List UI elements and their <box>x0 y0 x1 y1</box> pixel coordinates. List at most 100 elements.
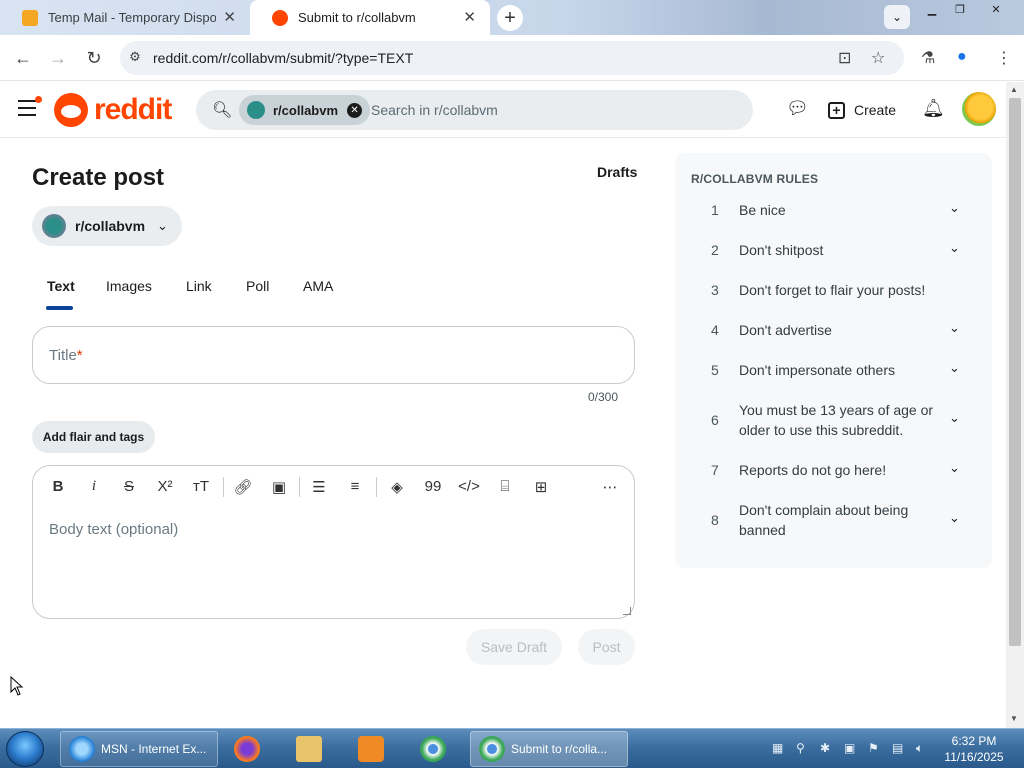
body-editor[interactable]: B i S X² ᴛT 🔗︎ ▣ ☰ ≡ ◈ 99 </> ⌸ ⊞ ⋯ Body… <box>32 465 635 619</box>
tray-security-icon[interactable]: ⚑ <box>868 741 879 755</box>
bold-icon[interactable]: B <box>46 478 70 498</box>
new-tab-button[interactable]: + <box>497 5 523 31</box>
save-draft-button[interactable]: Save Draft <box>466 629 562 665</box>
numbered-list-icon[interactable]: ≡ <box>343 478 367 498</box>
chevron-down-icon[interactable]: ⌄ <box>949 240 960 256</box>
taskbar-clock[interactable]: 6:32 PM 11/16/2025 <box>938 733 1010 765</box>
search-input[interactable]: Search in r/collabvm <box>371 102 498 118</box>
community-picker[interactable]: r/collabvm ⌄ <box>32 206 182 246</box>
bookmark-star-icon[interactable]: ☆ <box>871 48 885 68</box>
volume-icon[interactable]: 🔈︎ <box>916 741 923 756</box>
chevron-down-icon[interactable]: ⌄ <box>949 510 960 526</box>
heading-icon[interactable]: ᴛT <box>189 478 213 498</box>
labs-flask-icon[interactable]: ⚗ <box>921 48 935 68</box>
chevron-down-icon[interactable]: ⌄ <box>949 320 960 336</box>
bulleted-list-icon[interactable]: ☰ <box>307 478 331 498</box>
user-avatar[interactable] <box>962 92 996 126</box>
install-app-icon[interactable]: ⊡ <box>838 48 851 68</box>
rule-item[interactable]: 7 Reports do not go here! ⌄ <box>675 460 992 500</box>
taskbar-item-file-explorer[interactable] <box>288 731 338 767</box>
close-window-icon[interactable]: ✕ <box>982 0 1010 18</box>
tray-network-icon[interactable]: ▤ <box>892 741 903 755</box>
back-icon[interactable]: ← <box>12 47 34 69</box>
drafts-button[interactable]: Drafts <box>597 164 637 180</box>
tab-text[interactable]: Text <box>47 278 75 294</box>
minimize-icon[interactable]: ▁ <box>918 0 946 18</box>
rule-text: You must be 13 years of age or older to … <box>739 402 934 438</box>
hamburger-menu-icon[interactable] <box>18 96 42 118</box>
logo-text: reddit <box>94 93 172 126</box>
page-scrollbar[interactable]: ▲ ▼ <box>1006 82 1024 728</box>
chevron-down-icon[interactable]: ⌄ <box>949 200 960 216</box>
create-button[interactable]: + Create <box>828 94 896 126</box>
rule-number: 3 <box>711 282 719 298</box>
tray-gpu-icon[interactable]: ▣ <box>844 741 855 755</box>
browser-tab-submit[interactable]: Submit to r/collabvm ✕ <box>250 0 490 35</box>
rule-item[interactable]: 8 Don't complain about being banned ⌄ <box>675 500 992 550</box>
reddit-snoo-icon <box>54 93 88 127</box>
chevron-down-icon[interactable]: ⌄ <box>949 410 960 426</box>
restore-icon[interactable]: ❐ <box>946 0 974 18</box>
tray-search-icon[interactable]: ⚲ <box>796 741 805 755</box>
rule-text: Don't advertise <box>739 322 832 338</box>
tab-search-button[interactable]: ⌄ <box>884 5 910 29</box>
site-info-icon[interactable]: ⚙ <box>126 49 144 67</box>
file-explorer-icon <box>296 736 322 762</box>
close-tab-icon[interactable]: ✕ <box>223 8 236 26</box>
rule-item[interactable]: 2 Don't shitpost ⌄ <box>675 240 992 280</box>
tray-app-icon[interactable]: ▦ <box>772 741 783 755</box>
code-block-icon[interactable]: ⌸ <box>493 478 517 498</box>
notifications-bell-icon[interactable]: 🔔︎ <box>922 98 945 119</box>
link-icon[interactable]: 🔗︎ <box>231 478 255 498</box>
scroll-down-icon[interactable]: ▼ <box>1010 714 1018 723</box>
reload-icon[interactable]: ↻ <box>83 47 105 69</box>
start-button[interactable] <box>6 731 44 767</box>
taskbar-item-internet-explorer[interactable]: MSN - Internet Ex... <box>60 731 218 767</box>
chat-icon[interactable]: 💬︎ <box>786 98 809 119</box>
resize-handle-icon[interactable] <box>623 607 631 615</box>
rule-item[interactable]: 1 Be nice ⌄ <box>675 200 992 240</box>
chevron-down-icon[interactable]: ⌄ <box>949 360 960 376</box>
title-input[interactable]: Title* <box>32 326 635 384</box>
scrollbar-thumb[interactable] <box>1009 98 1021 646</box>
superscript-icon[interactable]: X² <box>153 478 177 498</box>
tab-poll[interactable]: Poll <box>246 278 269 294</box>
taskbar-item-media-player[interactable] <box>350 731 400 767</box>
profile-icon[interactable]: ● <box>957 48 967 66</box>
reddit-logo[interactable]: reddit <box>54 93 172 127</box>
table-icon[interactable]: ⊞ <box>529 478 553 498</box>
image-icon[interactable]: ▣ <box>267 478 291 498</box>
tab-link[interactable]: Link <box>186 278 212 294</box>
spoiler-icon[interactable]: ◈ <box>385 478 409 498</box>
italic-icon[interactable]: i <box>82 478 106 498</box>
quote-icon[interactable]: 99 <box>421 478 445 498</box>
taskbar-item-chrome[interactable] <box>412 731 462 767</box>
code-icon[interactable]: </> <box>457 478 481 498</box>
rule-item[interactable]: 4 Don't advertise ⌄ <box>675 320 992 360</box>
post-button[interactable]: Post <box>578 629 635 665</box>
community-avatar <box>42 214 66 238</box>
address-bar[interactable]: ⚙ reddit.com/r/collabvm/submit/?type=TEX… <box>120 41 904 75</box>
browser-tab-temp-mail[interactable]: Temp Mail - Temporary Dispos ✕ <box>0 0 250 35</box>
required-mark: * <box>76 347 83 364</box>
add-flair-button[interactable]: Add flair and tags <box>32 421 155 453</box>
tab-images[interactable]: Images <box>106 278 152 294</box>
more-icon[interactable]: ⋯ <box>598 478 622 498</box>
chevron-down-icon[interactable]: ⌄ <box>949 460 960 476</box>
community-rules-panel: R/COLLABVM RULES 1 Be nice ⌄ 2 Don't shi… <box>675 153 992 568</box>
rule-item[interactable]: 5 Don't impersonate others ⌄ <box>675 360 992 400</box>
rule-item[interactable]: 6 You must be 13 years of age or older t… <box>675 400 992 450</box>
tray-bluetooth-icon[interactable]: ✱ <box>820 741 830 755</box>
tab-title: Submit to r/collabvm <box>298 10 416 25</box>
strikethrough-icon[interactable]: S <box>117 478 141 498</box>
scroll-up-icon[interactable]: ▲ <box>1010 85 1018 94</box>
menu-kebab-icon[interactable]: ⋮ <box>996 48 1012 68</box>
taskbar-item-firefox[interactable] <box>226 731 276 767</box>
search-bar[interactable]: 🔍︎ r/collabvm ✕ Search in r/collabvm <box>196 90 753 130</box>
close-tab-icon[interactable]: ✕ <box>463 8 476 26</box>
forward-icon[interactable]: → <box>47 47 69 69</box>
rule-item[interactable]: 3 Don't forget to flair your posts! <box>675 280 992 320</box>
remove-chip-icon[interactable]: ✕ <box>347 102 363 118</box>
tab-ama[interactable]: AMA <box>303 278 333 294</box>
taskbar-item-chrome-window[interactable]: Submit to r/colla... <box>470 731 628 767</box>
